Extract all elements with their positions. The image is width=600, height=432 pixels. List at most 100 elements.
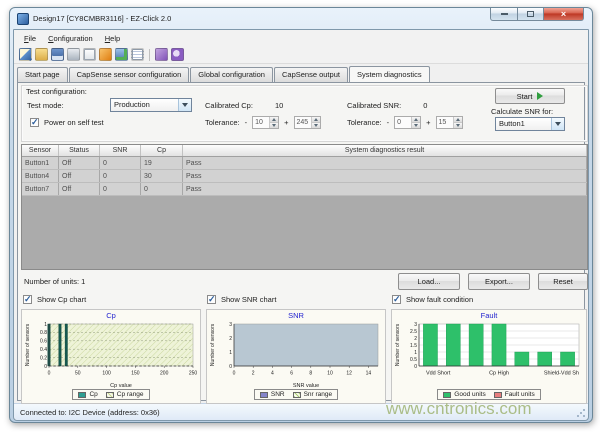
legend-swatch-icon <box>293 392 301 398</box>
fault-chart-plot: 00.511.522.53Vdd ShortCp HighShield-Vdd … <box>393 321 585 389</box>
svg-text:6: 6 <box>290 371 293 377</box>
menu-bar: File Configuration Help <box>14 30 588 46</box>
menu-file[interactable]: File <box>19 33 41 44</box>
snr-tolerance-label: Tolerance: <box>347 118 382 127</box>
table-row[interactable]: Button4Off 030 Pass <box>22 170 587 183</box>
tab-system-diagnostics[interactable]: System diagnostics <box>349 66 430 82</box>
chevron-down-icon <box>178 99 191 111</box>
disconnect-icon[interactable] <box>155 48 168 61</box>
spin-down-icon[interactable] <box>270 123 278 128</box>
connect-device-icon[interactable] <box>99 48 112 61</box>
maximize-button[interactable] <box>518 8 544 21</box>
menu-help[interactable]: Help <box>100 33 125 44</box>
spin-down-icon[interactable] <box>312 123 320 128</box>
legend-item: SNR <box>260 391 285 398</box>
cp-tolerance-label: Tolerance: <box>205 118 240 127</box>
tab-strip: Start page CapSense sensor configuration… <box>14 64 588 82</box>
resize-grip-icon[interactable] <box>576 408 586 418</box>
watermark: www.cntronics.com <box>386 399 531 419</box>
reset-button[interactable]: Reset <box>538 273 588 290</box>
tab-capsense-output[interactable]: CapSense output <box>274 67 348 82</box>
svg-text:0.8: 0.8 <box>40 330 47 336</box>
cp-tolerance-min-spinner[interactable]: 10 <box>252 116 279 129</box>
snr-chart-title: SNR <box>288 311 304 321</box>
open-project-icon[interactable] <box>35 48 48 61</box>
title-bar[interactable]: Design17 [CY8CMBR3116] - EZ-Click 2.0 × <box>13 8 589 29</box>
show-fault-condition-checkbox[interactable]: Show fault condition <box>392 295 473 304</box>
spin-down-icon[interactable] <box>412 123 420 128</box>
new-project-icon[interactable] <box>19 48 32 61</box>
save-project-icon[interactable] <box>51 48 64 61</box>
export-button[interactable]: Export... <box>468 273 530 290</box>
svg-text:0.2: 0.2 <box>40 355 47 361</box>
power-on-self-test-checkbox[interactable]: Power on self test <box>30 118 104 127</box>
svg-text:0: 0 <box>48 371 51 377</box>
svg-text:Vdd Short: Vdd Short <box>426 371 451 377</box>
svg-text:0.6: 0.6 <box>40 339 47 345</box>
svg-text:0: 0 <box>414 364 417 370</box>
connection-status: Connected to: I2C Device (address: 0x36) <box>20 408 160 417</box>
test-mode-dropdown[interactable]: Production <box>110 98 192 112</box>
snr-chart-legend: SNRSnr range <box>254 389 338 400</box>
spin-down-icon[interactable] <box>454 123 462 128</box>
menu-configuration[interactable]: Configuration <box>43 33 98 44</box>
print-icon[interactable] <box>67 48 80 61</box>
minimize-button[interactable] <box>490 8 518 21</box>
svg-text:2: 2 <box>252 371 255 377</box>
tab-capsense-sensor-configuration[interactable]: CapSense sensor configuration <box>69 67 190 82</box>
table-row[interactable]: Button7Off 00 Pass <box>22 183 587 196</box>
calibrated-snr-label: Calibrated SNR: <box>347 101 401 110</box>
cp-tolerance-max-spinner[interactable]: 245 <box>294 116 321 129</box>
play-icon <box>537 92 543 100</box>
table-header: Sensor Status SNR Cp System diagnostics … <box>22 145 587 157</box>
tab-global-configuration[interactable]: Global configuration <box>190 67 273 82</box>
svg-text:Number of sensors: Number of sensors <box>210 323 216 366</box>
svg-text:100: 100 <box>102 371 111 377</box>
export-register-map-icon[interactable] <box>83 48 96 61</box>
diagnostics-table: Sensor Status SNR Cp System diagnostics … <box>21 144 588 270</box>
start-button[interactable]: Start <box>495 88 565 104</box>
svg-text:1: 1 <box>414 350 417 356</box>
svg-text:10: 10 <box>327 371 333 377</box>
generate-report-icon[interactable] <box>131 48 144 61</box>
show-snr-chart-checkbox[interactable]: Show SNR chart <box>207 295 276 304</box>
show-cp-chart-checkbox[interactable]: Show Cp chart <box>23 295 86 304</box>
plus-label: + <box>284 118 288 127</box>
table-row[interactable]: Button1Off 019 Pass <box>22 157 587 170</box>
svg-text:Cp High: Cp High <box>489 371 509 377</box>
legend-swatch-icon <box>106 392 114 398</box>
fault-chart: Fault 00.511.522.53Vdd ShortCp HighShiel… <box>391 309 587 404</box>
svg-text:200: 200 <box>160 371 169 377</box>
toolbar <box>14 46 588 64</box>
checkbox-icon <box>30 118 39 127</box>
calculate-snr-for-dropdown[interactable]: Button1 <box>495 117 565 131</box>
calibrated-cp-value: 10 <box>275 101 283 110</box>
client-area: File Configuration Help Start page CapSe… <box>13 29 589 421</box>
legend-item: Cp range <box>106 391 144 398</box>
svg-text:14: 14 <box>366 371 372 377</box>
app-window: Design17 [CY8CMBR3116] - EZ-Click 2.0 × … <box>9 7 593 423</box>
close-button[interactable]: × <box>544 8 584 21</box>
apply-to-device-icon[interactable] <box>115 48 128 61</box>
cp-chart-legend: Cp Cp range <box>72 389 149 400</box>
snr-tolerance-max-spinner[interactable]: 15 <box>436 116 463 129</box>
svg-text:50: 50 <box>75 371 81 377</box>
svg-text:3: 3 <box>229 322 232 328</box>
svg-text:0.5: 0.5 <box>410 357 417 363</box>
calibrated-snr-value: 0 <box>423 101 427 110</box>
cp-chart-plot: 00.20.40.60.81050100150200250Cp valueNum… <box>23 321 199 389</box>
svg-text:0.4: 0.4 <box>40 347 47 353</box>
test-configuration-label: Test configuration: <box>26 87 87 96</box>
legend-swatch-icon <box>78 392 86 398</box>
snr-chart: SNR 012302468101214SNR valueNumber of se… <box>206 309 386 404</box>
fault-chart-title: Fault <box>481 311 498 321</box>
tab-start-page[interactable]: Start page <box>17 67 68 82</box>
snr-tolerance-min-spinner[interactable]: 0 <box>394 116 421 129</box>
load-button[interactable]: Load... <box>398 273 460 290</box>
svg-text:150: 150 <box>131 371 140 377</box>
legend-item: Cp <box>78 391 97 398</box>
system-diagnostics-page: Test configuration: Test mode: Productio… <box>17 82 585 401</box>
calculate-snr-for-label: Calculate SNR for: <box>491 107 571 116</box>
find-device-icon[interactable] <box>171 48 184 61</box>
test-configuration-group: Test configuration: Test mode: Productio… <box>21 85 588 142</box>
